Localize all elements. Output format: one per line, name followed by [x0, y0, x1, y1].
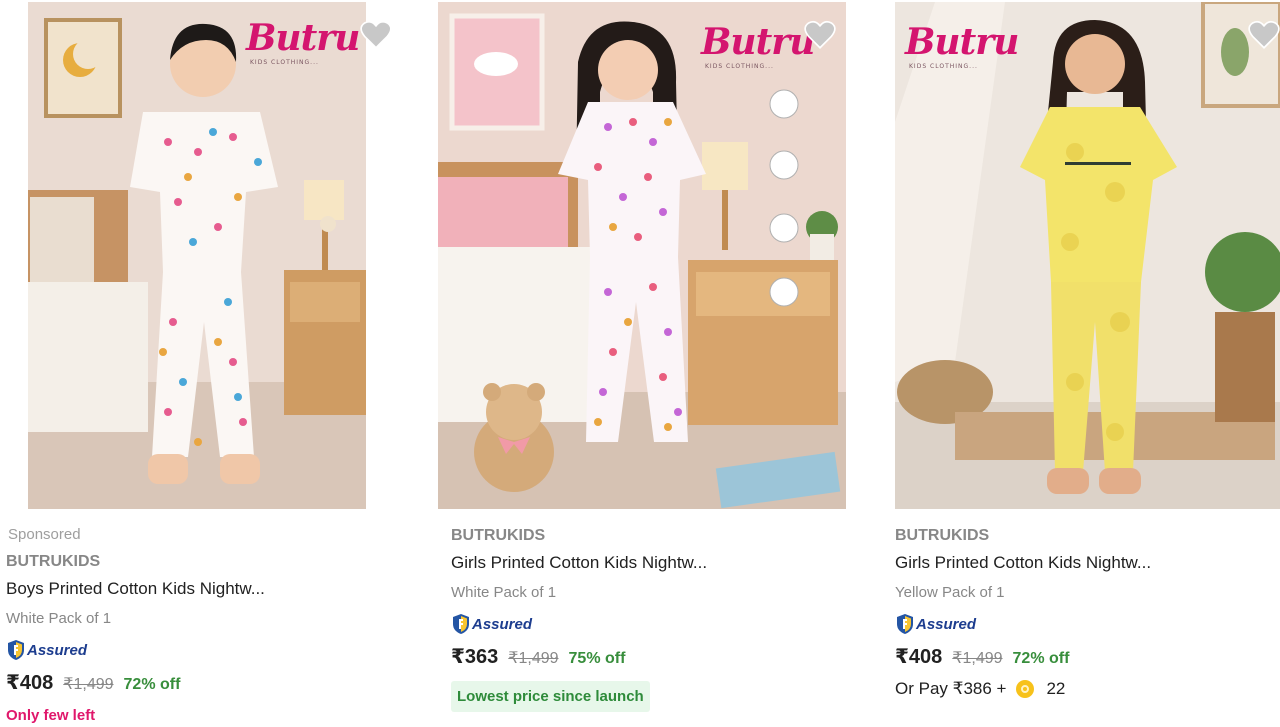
product-image[interactable]: Butru KIDS CLOTHING... [28, 2, 366, 509]
assured-shield-icon [453, 614, 469, 634]
discount-percent: 72% off [123, 676, 181, 693]
product-title[interactable]: Boys Printed Cotton Kids Nightw... [6, 576, 436, 602]
product-info: BUTRUKIDS Girls Printed Cotton Kids Nigh… [895, 522, 1280, 699]
brand-logo: Butru KIDS CLOTHING... [246, 17, 360, 66]
selling-price: ₹363 [451, 646, 499, 668]
product-variant: White Pack of 1 [6, 610, 112, 627]
assured-label: Assured [27, 641, 88, 659]
original-price: ₹1,499 [63, 676, 114, 693]
assured-label: Assured [916, 615, 977, 633]
assured-badge: Assured [451, 612, 891, 636]
pay-text: Or Pay ₹386 + [895, 679, 1007, 698]
brand-logo: Butru KIDS CLOTHING... [701, 21, 815, 70]
product-photo [438, 2, 846, 509]
assured-badge: Assured [6, 638, 436, 662]
supercoin-icon [1016, 680, 1035, 698]
selling-price: ₹408 [6, 672, 54, 694]
assured-badge: Assured [895, 612, 1280, 636]
wishlist-heart-icon[interactable] [1247, 18, 1280, 52]
stock-status: Only few left [6, 707, 96, 724]
lowest-price-badge: Lowest price since launch [451, 681, 650, 712]
product-variant: White Pack of 1 [451, 584, 557, 601]
assured-label: Assured [472, 615, 533, 633]
product-image[interactable]: Butru KIDS CLOTHING... [438, 2, 846, 509]
product-info: BUTRUKIDS Girls Printed Cotton Kids Nigh… [451, 522, 891, 712]
product-photo [895, 2, 1280, 509]
original-price: ₹1,499 [508, 650, 559, 667]
coin-count: 22 [1046, 679, 1066, 698]
product-title[interactable]: Girls Printed Cotton Kids Nightw... [895, 550, 1280, 576]
price-row: ₹363 ₹1,499 75% off [451, 644, 891, 669]
product-title[interactable]: Girls Printed Cotton Kids Nightw... [451, 550, 891, 576]
supercoin-offer: Or Pay ₹386 + 22 [895, 679, 1280, 699]
wishlist-heart-icon[interactable] [359, 18, 393, 52]
product-info: Sponsored BUTRUKIDS Boys Printed Cotton … [6, 522, 436, 724]
product-photo [28, 2, 366, 509]
price-row: ₹408 ₹1,499 72% off [6, 670, 436, 695]
selling-price: ₹408 [895, 646, 943, 668]
assured-shield-icon [8, 640, 24, 660]
discount-percent: 72% off [1012, 650, 1070, 667]
product-brand: BUTRUKIDS [895, 527, 990, 544]
product-image[interactable]: Butru KIDS CLOTHING... [895, 2, 1280, 509]
brand-logo: Butru KIDS CLOTHING... [905, 21, 1019, 70]
assured-shield-icon [897, 614, 913, 634]
wishlist-heart-icon[interactable] [803, 18, 837, 52]
price-row: ₹408 ₹1,499 72% off [895, 644, 1280, 669]
product-brand: BUTRUKIDS [6, 553, 101, 570]
original-price: ₹1,499 [952, 650, 1003, 667]
sponsored-label: Sponsored [8, 526, 81, 543]
discount-percent: 75% off [568, 650, 626, 667]
product-variant: Yellow Pack of 1 [895, 584, 1005, 601]
product-brand: BUTRUKIDS [451, 527, 546, 544]
